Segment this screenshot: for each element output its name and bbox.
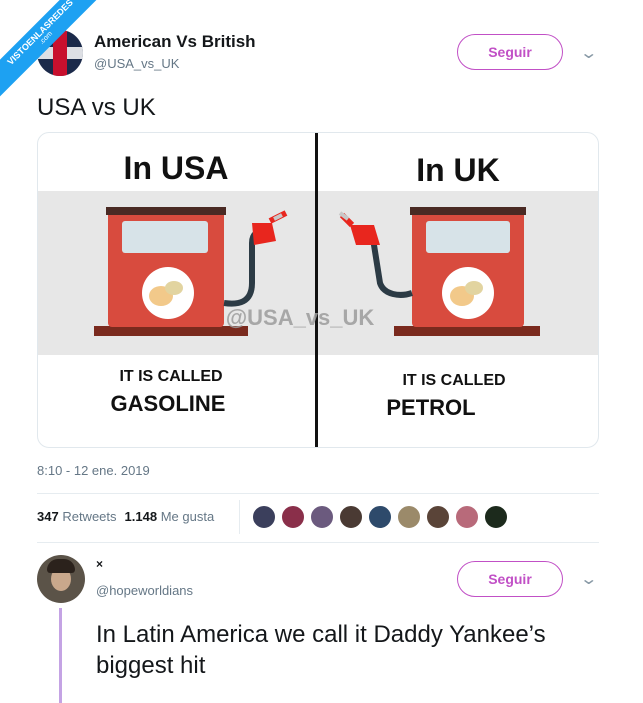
reply-author-handle[interactable]: @hopeworldians — [96, 583, 193, 598]
image-watermark: @USA_vs_UK — [226, 305, 375, 330]
retweets-stat[interactable]: 347 Retweets — [37, 509, 117, 524]
usa-caption-line1: IT IS CALLED — [119, 368, 222, 385]
likes-label: Me gusta — [160, 509, 215, 524]
retweets-label: Retweets — [62, 509, 117, 524]
liker-avatar[interactable] — [455, 505, 479, 529]
likes-stat[interactable]: 1.148 Me gusta — [125, 509, 215, 524]
liker-avatar[interactable] — [368, 505, 392, 529]
usa-caption-line2: GASOLINE — [111, 391, 226, 416]
uk-title: In UK — [416, 152, 500, 188]
thread-line — [59, 608, 62, 703]
tweet-image[interactable]: In USA In UK @USA_vs_UK IT IS CALLED GAS… — [37, 132, 599, 448]
tweet-stats: 347 Retweets 1.148 Me gusta — [37, 509, 214, 524]
liker-avatar[interactable] — [426, 505, 450, 529]
tweet-text: USA vs UK — [37, 94, 156, 121]
author-handle[interactable]: @USA_vs_UK — [94, 56, 179, 71]
author-name[interactable]: American Vs British — [94, 32, 256, 52]
divider — [37, 493, 599, 494]
divider — [37, 542, 599, 543]
reply-text: In Latin America we call it Daddy Yankee… — [96, 621, 546, 679]
follow-button[interactable]: Seguir — [457, 34, 563, 70]
uk-caption-line2: PETROL — [386, 395, 475, 420]
tweet-timestamp[interactable]: 8:10 - 12 ene. 2019 — [37, 463, 150, 478]
retweets-count: 347 — [37, 509, 59, 524]
liker-avatar[interactable] — [310, 505, 334, 529]
liker-avatar[interactable] — [252, 505, 276, 529]
liker-avatar[interactable] — [397, 505, 421, 529]
liker-avatar[interactable] — [339, 505, 363, 529]
likes-count: 1.148 — [124, 509, 158, 524]
reply-author-name[interactable]: × — [96, 557, 103, 571]
liker-avatar[interactable] — [484, 505, 508, 529]
reply-author-avatar[interactable] — [37, 555, 85, 603]
chevron-down-icon[interactable]: ⌄ — [579, 569, 598, 589]
tweet-page: VISTOENLASREDES .com American Vs British… — [0, 0, 643, 703]
stats-separator — [239, 500, 240, 534]
chevron-down-icon[interactable]: ⌄ — [579, 43, 598, 63]
liker-avatars — [252, 505, 513, 529]
liker-avatar[interactable] — [281, 505, 305, 529]
reply-follow-button[interactable]: Seguir — [457, 561, 563, 597]
usa-title: In USA — [124, 150, 229, 186]
uk-caption-line1: IT IS CALLED — [402, 372, 505, 389]
